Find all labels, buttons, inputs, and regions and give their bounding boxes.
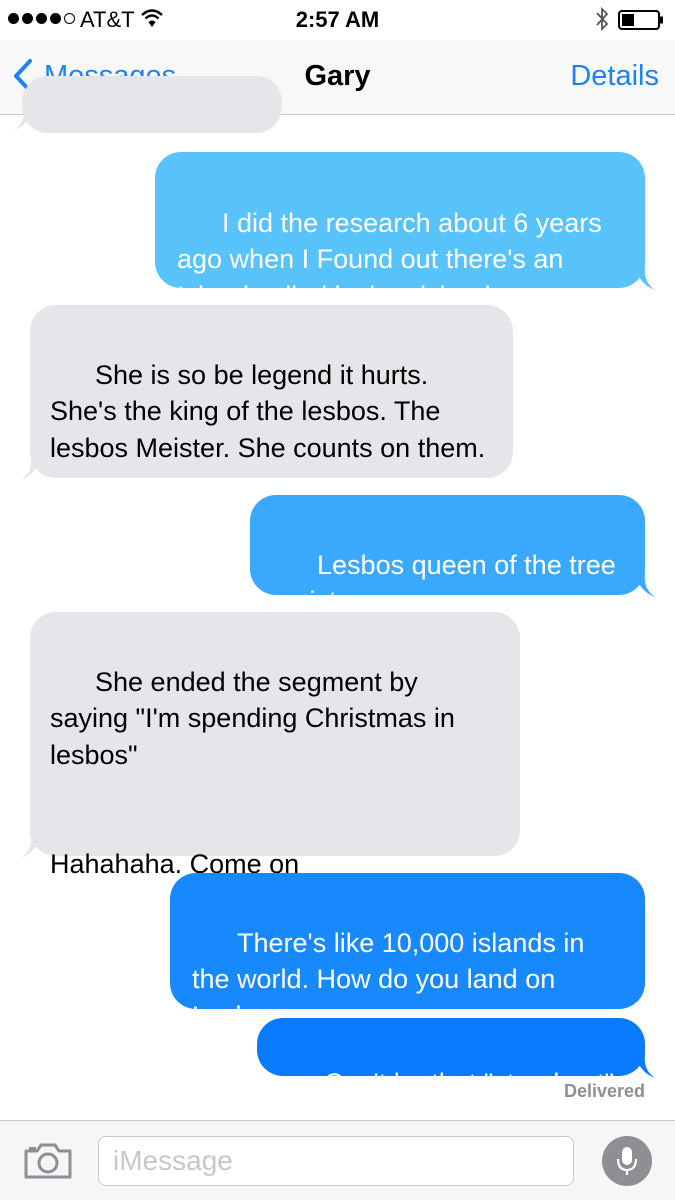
message-thread[interactable]: I did the research about 6 years ago whe… <box>0 76 675 1120</box>
message-bubble-outgoing[interactable]: I did the research about 6 years ago whe… <box>155 152 645 311</box>
message-text: I did the research about 6 years ago whe… <box>177 207 610 311</box>
bubble-tail <box>14 106 34 130</box>
status-time: 2:57 AM <box>295 7 380 32</box>
microphone-icon <box>616 1147 638 1175</box>
bubble-tail <box>21 456 41 480</box>
message-text: She ended the segment by saying "I'm spe… <box>50 666 455 880</box>
camera-icon[interactable] <box>22 1141 74 1181</box>
message-composer <box>0 1120 675 1200</box>
message-bubble-outgoing[interactable]: Lesbos queen of the tree meistas <box>250 495 645 616</box>
message-bubble-outgoing[interactable]: There's like 10,000 islands in the world… <box>170 873 645 1031</box>
bubble-tail <box>635 573 655 597</box>
bluetooth-icon <box>596 6 609 32</box>
bubble-tail <box>21 834 41 858</box>
message-text: Lesbos queen of the tree meistas <box>272 549 624 617</box>
imessage-input[interactable] <box>98 1136 574 1186</box>
details-button[interactable]: Details <box>570 60 659 93</box>
bubble-tail <box>635 1054 655 1078</box>
message-text: She is so be legend it hurts. She's the … <box>50 359 486 463</box>
status-bar: AT&T 2:57 AM <box>0 0 675 40</box>
delivered-status: Delivered <box>563 1081 645 1101</box>
message-bubble-incoming[interactable]: She is so be legend it hurts. She's the … <box>30 305 513 478</box>
battery-icon <box>618 10 663 30</box>
message-bubble-incoming[interactable] <box>22 76 282 133</box>
message-bubble-outgoing[interactable]: Can't be that "stand out" <box>257 1018 645 1098</box>
message-bubble-incoming[interactable]: She ended the segment by saying "I'm spe… <box>30 612 520 879</box>
bubble-tail <box>635 266 655 290</box>
microphone-button[interactable] <box>602 1136 652 1186</box>
messages-screen: AT&T 2:57 AM Messages Gary Details <box>0 0 675 1200</box>
message-text: There's like 10,000 islands in the world… <box>192 927 592 1031</box>
